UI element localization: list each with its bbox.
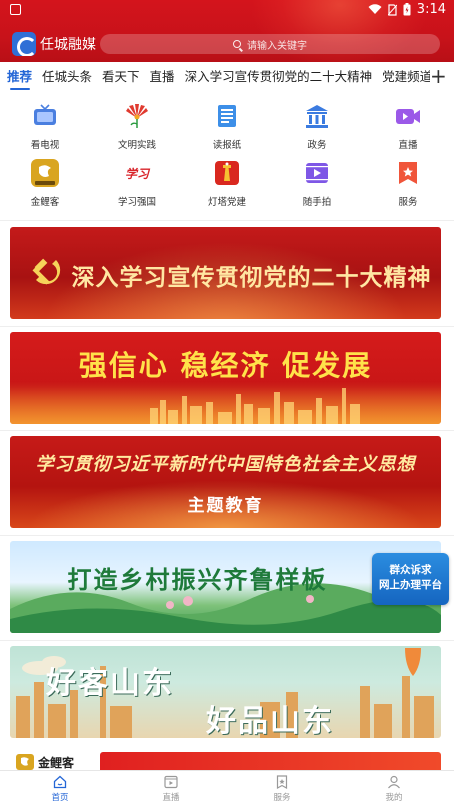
float-line1: 群众诉求 bbox=[389, 564, 432, 576]
grid-item-xuexi-qiangguo[interactable]: 学习 学习强国 bbox=[97, 159, 177, 214]
tv-icon bbox=[31, 102, 59, 130]
nav-profile[interactable]: 我的 bbox=[364, 775, 424, 803]
user-icon bbox=[387, 775, 401, 789]
home-icon bbox=[53, 775, 67, 789]
app-logo-icon bbox=[12, 32, 36, 56]
grid-label: 服务 bbox=[398, 197, 418, 208]
grid-label: 政务 bbox=[307, 140, 327, 151]
tab-party-building[interactable]: 党建频道 bbox=[377, 62, 437, 92]
video-camera-icon bbox=[394, 102, 422, 130]
status-bar: 3:14 bbox=[0, 0, 454, 20]
grid-label: 直播 bbox=[398, 140, 418, 151]
jinlike-app-icon bbox=[16, 754, 34, 770]
banner-party-congress[interactable]: 深入学习宣传贯彻党的二十大精神 bbox=[10, 227, 441, 319]
grid-item-civilization-practice[interactable]: 文明实践 bbox=[97, 102, 177, 157]
jinlike-app-icon bbox=[31, 159, 59, 187]
section-divider bbox=[0, 640, 454, 641]
grid-item-snapshot[interactable]: 随手拍 bbox=[277, 159, 357, 214]
nav-label: 服务 bbox=[273, 793, 291, 803]
section-divider bbox=[0, 430, 454, 431]
xuexi-qiangguo-icon: 学习 bbox=[123, 159, 151, 187]
search-input[interactable]: 请输入关键字 bbox=[100, 34, 440, 54]
grid-label: 随手拍 bbox=[302, 197, 332, 208]
nav-live[interactable]: 直播 bbox=[141, 775, 201, 803]
feed-partial-row: 金鲤客 bbox=[0, 746, 454, 770]
banner-theme-education[interactable]: 学习贯彻习近平新时代中国特色社会主义思想 主题教育 bbox=[10, 436, 441, 528]
tab-live[interactable]: 直播 bbox=[145, 62, 180, 92]
nav-label: 首页 bbox=[51, 793, 69, 803]
quick-access-grid: 看电视 文明实践 读报纸 政务 直播 金鲤客 学习 学习强国 灯塔党建 随手拍 … bbox=[0, 96, 454, 216]
tab-rencheng-headlines[interactable]: 任城头条 bbox=[37, 62, 97, 92]
nav-services[interactable]: 服务 bbox=[252, 775, 312, 803]
banner-title: 强信心 稳经济 促发展 bbox=[78, 349, 373, 382]
grid-label: 读报纸 bbox=[212, 140, 242, 151]
float-line2: 网上办理平台 bbox=[379, 579, 442, 591]
grid-label: 灯塔党建 bbox=[207, 197, 246, 208]
grid-label: 学习强国 bbox=[117, 197, 156, 208]
bookmark-star-icon bbox=[394, 159, 422, 187]
grid-item-services[interactable]: 服务 bbox=[368, 159, 448, 214]
logo-text: 金鲤客 bbox=[38, 755, 75, 770]
nav-label: 直播 bbox=[162, 793, 180, 803]
banner-subtitle: 主题教育 bbox=[187, 496, 264, 516]
section-divider bbox=[0, 220, 454, 221]
banner-title: 好客山东 bbox=[46, 666, 174, 701]
grid-item-jinlike[interactable]: 金鲤客 bbox=[5, 159, 85, 214]
status-time: 3:14 bbox=[416, 2, 446, 17]
nav-home[interactable]: 首页 bbox=[30, 775, 90, 803]
grid-item-lighthouse-party[interactable]: 灯塔党建 bbox=[187, 159, 267, 214]
services-icon bbox=[275, 775, 289, 790]
section-divider bbox=[0, 326, 454, 327]
grid-item-read-newspaper[interactable]: 读报纸 bbox=[187, 102, 267, 157]
grid-label: 文明实践 bbox=[117, 140, 156, 151]
svg-text:学习: 学习 bbox=[125, 167, 151, 181]
tab-party-congress-spirit[interactable]: 深入学习宣传贯彻党的二十大精神 bbox=[180, 62, 378, 92]
bottom-navigation: 首页 直播 服务 我的 bbox=[0, 770, 454, 808]
banner-title: 打造乡村振兴齐鲁样板 bbox=[67, 565, 328, 594]
banner-partial[interactable] bbox=[100, 752, 441, 770]
banner-title: 学习贯彻习近平新时代中国特色社会主义思想 bbox=[35, 454, 416, 475]
film-play-icon bbox=[303, 159, 331, 187]
notification-icon bbox=[10, 4, 21, 15]
search-placeholder: 请输入关键字 bbox=[247, 40, 307, 52]
banner-subtitle: 好品山东 bbox=[206, 704, 334, 738]
fan-flower-icon bbox=[123, 102, 151, 130]
banner-confidence-economy[interactable]: 强信心 稳经济 促发展 bbox=[10, 332, 441, 424]
city-skyline-decoration bbox=[150, 388, 360, 424]
grid-label: 金鲤客 bbox=[30, 197, 60, 208]
grid-item-government-affairs[interactable]: 政务 bbox=[277, 102, 357, 157]
top-header: 3:14 任城融媒 请输入关键字 bbox=[0, 0, 454, 62]
battery-icon bbox=[403, 3, 411, 16]
app-name: 任城融媒 bbox=[40, 37, 96, 53]
add-channel-button[interactable]: + bbox=[430, 62, 447, 92]
nav-label: 我的 bbox=[385, 793, 403, 803]
section-divider bbox=[0, 535, 454, 536]
wifi-icon bbox=[368, 4, 382, 14]
jinlike-logo[interactable]: 金鲤客 bbox=[16, 754, 92, 770]
live-video-icon bbox=[164, 775, 178, 789]
lighthouse-icon bbox=[213, 159, 241, 187]
citizen-appeal-float-button[interactable]: 群众诉求 网上办理平台 bbox=[372, 553, 449, 605]
no-sim-icon bbox=[387, 3, 397, 16]
tab-world[interactable]: 看天下 bbox=[97, 62, 145, 92]
newspaper-icon bbox=[213, 102, 241, 130]
grid-item-tv[interactable]: 看电视 bbox=[5, 102, 85, 157]
search-icon bbox=[233, 40, 241, 48]
grid-label: 看电视 bbox=[30, 140, 60, 151]
app-brand: 任城融媒 bbox=[12, 32, 96, 56]
tab-recommend[interactable]: 推荐 bbox=[0, 62, 37, 92]
grid-item-live[interactable]: 直播 bbox=[368, 102, 448, 157]
channel-tabs: 推荐 任城头条 看天下 直播 深入学习宣传贯彻党的二十大精神 党建频道 bbox=[0, 62, 454, 92]
app-screen: 3:14 任城融媒 请输入关键字 推荐 任城头条 看天下 直播 深入学习宣传贯彻… bbox=[0, 0, 454, 808]
banner-title: 深入学习宣传贯彻党的二十大精神 bbox=[71, 264, 432, 291]
banner-hospitable-shandong[interactable]: 好客山东 好品山东 bbox=[10, 646, 441, 738]
government-building-icon bbox=[303, 102, 331, 130]
